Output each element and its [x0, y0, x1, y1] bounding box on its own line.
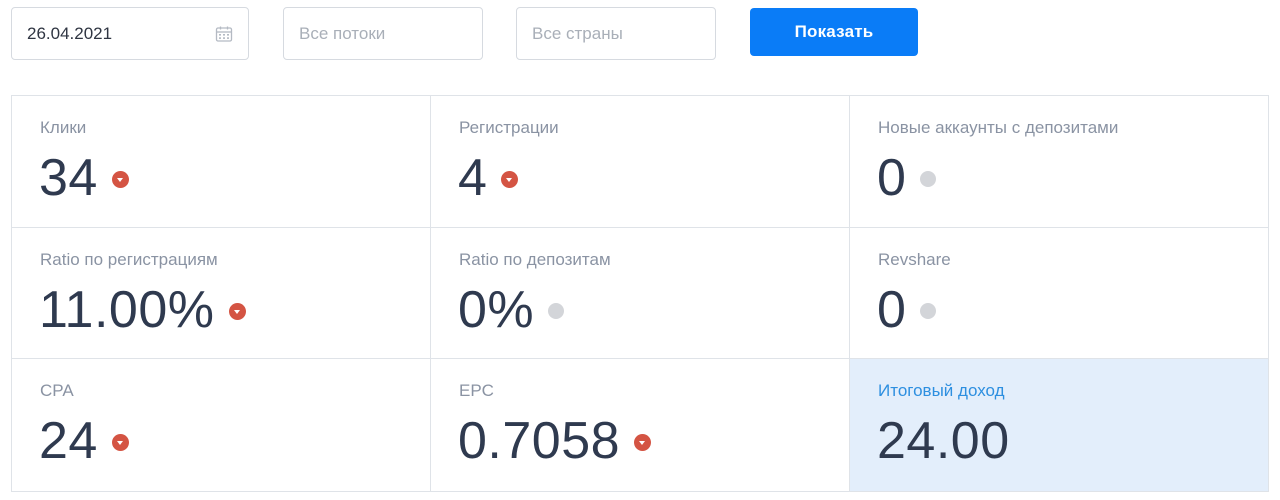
stat-label: Регистрации — [459, 118, 559, 137]
stat-value-row: 4 — [458, 148, 519, 208]
trend-neutral-icon — [920, 171, 937, 187]
stat-value-row: 0.7058 — [458, 411, 652, 471]
stat-card-registration-ratio: Ratio по регистрациям 11.00% — [12, 228, 431, 359]
stat-value: 24 — [39, 412, 98, 470]
stat-value-row: 0 — [877, 280, 937, 340]
stat-label: CPA — [40, 381, 74, 400]
stat-card-cpa: CPA 24 — [12, 359, 431, 491]
date-value: 26.04.2021 — [27, 23, 113, 43]
stat-value-row: 24.00 — [877, 411, 1010, 471]
streams-placeholder: Все потоки — [299, 23, 386, 43]
trend-neutral-icon — [920, 303, 937, 319]
stat-label: Ratio по регистрациям — [40, 250, 218, 269]
stat-card-deposit-ratio: Ratio по депозитам 0% — [431, 228, 850, 359]
stats-grid: Клики 34 Регистрации 4 Новые аккаунты с … — [11, 95, 1269, 492]
stat-card-revshare: Revshare 0 — [850, 228, 1268, 359]
stat-label: EPC — [459, 381, 494, 400]
countries-placeholder: Все страны — [532, 23, 623, 43]
trend-down-icon — [501, 170, 519, 188]
date-field[interactable]: 26.04.2021 — [11, 7, 249, 60]
trend-down-icon — [111, 433, 129, 451]
calendar-icon[interactable] — [215, 25, 233, 43]
stat-value-row: 11.00% — [39, 280, 246, 340]
stat-label: Revshare — [878, 250, 951, 269]
trend-neutral-icon — [548, 303, 565, 319]
stat-value-row: 0 — [877, 148, 937, 208]
stat-value: 24.00 — [877, 412, 1010, 470]
stat-value: 0 — [877, 281, 907, 339]
stat-label: Клики — [40, 118, 87, 137]
stat-value: 0 — [877, 149, 907, 207]
show-button[interactable]: Показать — [750, 8, 918, 56]
countries-select[interactable]: Все страны — [516, 7, 716, 60]
stat-card-registrations: Регистрации 4 — [431, 96, 850, 228]
stat-value-row: 34 — [39, 148, 129, 208]
stat-label: Новые аккаунты с депозитами — [878, 118, 1119, 137]
stat-value: 4 — [458, 149, 488, 207]
trend-down-icon — [634, 433, 652, 451]
stat-value-row: 24 — [39, 411, 129, 471]
stat-value: 11.00% — [39, 281, 215, 339]
stat-card-epc: EPC 0.7058 — [431, 359, 850, 491]
stat-card-clicks: Клики 34 — [12, 96, 431, 228]
streams-select[interactable]: Все потоки — [283, 7, 483, 60]
stat-label: Итоговый доход — [878, 381, 1005, 400]
stat-value: 0% — [458, 281, 535, 339]
stat-value: 34 — [39, 149, 98, 207]
stat-value: 0.7058 — [458, 412, 621, 470]
trend-down-icon — [111, 170, 129, 188]
stat-value-row: 0% — [458, 280, 565, 340]
filters-bar: 26.04.2021 Все потоки Все страны Показат… — [0, 0, 1280, 70]
stat-card-total-income: Итоговый доход 24.00 — [850, 359, 1268, 491]
stat-card-new-deposit-accounts: Новые аккаунты с депозитами 0 — [850, 96, 1268, 228]
trend-down-icon — [228, 302, 246, 320]
stat-label: Ratio по депозитам — [459, 250, 611, 269]
